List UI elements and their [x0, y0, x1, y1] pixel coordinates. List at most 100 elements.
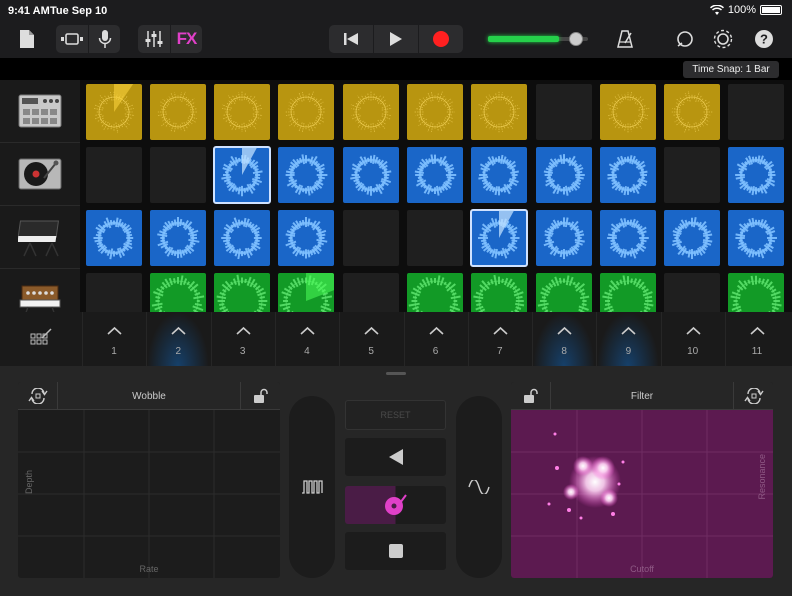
- edit-grid-icon[interactable]: [30, 328, 52, 353]
- metronome-icon[interactable]: [612, 26, 638, 52]
- column-trigger-button[interactable]: 5: [339, 312, 402, 366]
- loop-cell[interactable]: [407, 147, 463, 203]
- loop-cell[interactable]: [664, 210, 720, 266]
- column-trigger-button[interactable]: 6: [403, 312, 467, 366]
- loop-cell[interactable]: [86, 84, 142, 140]
- unlock-icon[interactable]: [240, 382, 280, 410]
- svg-text:?: ?: [760, 32, 768, 47]
- loop-cell[interactable]: [600, 210, 656, 266]
- scratch-button[interactable]: [345, 486, 446, 524]
- column-number: 8: [561, 346, 567, 357]
- turntable-icon: [18, 158, 62, 190]
- waveform-icon: [414, 154, 457, 196]
- loop-cell[interactable]: [470, 209, 528, 267]
- column-trigger-button[interactable]: 8: [532, 312, 596, 366]
- loop-cell[interactable]: [471, 147, 527, 203]
- loop-icon[interactable]: [672, 26, 698, 52]
- loop-cell[interactable]: [471, 84, 527, 140]
- waveform-icon: [285, 217, 328, 259]
- play-icon[interactable]: [373, 25, 418, 53]
- loop-cell[interactable]: [728, 210, 784, 266]
- loop-cell[interactable]: [343, 147, 399, 203]
- loop-cell[interactable]: [150, 210, 206, 266]
- loop-cell[interactable]: [536, 210, 592, 266]
- column-trigger-button[interactable]: 1: [82, 312, 145, 366]
- wobble-effect-switch-icon[interactable]: [18, 382, 58, 410]
- volume-knob[interactable]: [569, 32, 583, 46]
- column-trigger-button[interactable]: 10: [660, 312, 724, 366]
- empty-cell[interactable]: [86, 147, 142, 203]
- document-icon[interactable]: [16, 26, 38, 52]
- record-icon[interactable]: [418, 25, 463, 53]
- loop-cell[interactable]: [600, 147, 656, 203]
- loop-cell[interactable]: [728, 147, 784, 203]
- master-volume-slider[interactable]: [488, 32, 596, 46]
- empty-cell[interactable]: [536, 84, 592, 140]
- panel-drag-handle[interactable]: [386, 372, 406, 375]
- rewind-icon[interactable]: [329, 25, 373, 53]
- chevron-up-icon: [493, 326, 508, 335]
- status-date: Tue Sep 10: [50, 5, 108, 17]
- loop-cell[interactable]: [600, 84, 656, 140]
- unlock-icon[interactable]: [511, 382, 551, 410]
- empty-cell[interactable]: [664, 147, 720, 203]
- waveform-icon: [735, 217, 777, 259]
- settings-icon[interactable]: [710, 26, 736, 52]
- microphone-icon[interactable]: [88, 25, 120, 53]
- reverse-button[interactable]: [345, 438, 446, 476]
- column-trigger-button[interactable]: 4: [274, 312, 338, 366]
- column-trigger-row: 1 2 3 4 5 6 7 8 9 10 11: [0, 312, 792, 366]
- empty-cell[interactable]: [150, 147, 206, 203]
- battery-percent: 100%: [727, 4, 756, 16]
- time-snap-button[interactable]: Time Snap: 1 Bar: [683, 61, 779, 78]
- fx-panel: Wobble Depth Rate RESET Filter Resonance…: [0, 366, 792, 596]
- chevron-up-icon: [300, 326, 315, 335]
- loop-cell[interactable]: [150, 84, 206, 140]
- mix-group: FX: [138, 25, 202, 53]
- touch-particles: [547, 432, 625, 520]
- loop-cell[interactable]: [536, 147, 592, 203]
- reset-button[interactable]: RESET: [345, 400, 446, 430]
- loop-cell[interactable]: [214, 84, 270, 140]
- fx-button[interactable]: FX: [170, 25, 202, 53]
- wave-pill-button[interactable]: [456, 396, 502, 578]
- empty-cell[interactable]: [728, 84, 784, 140]
- wobble-pad-title: Wobble: [132, 391, 166, 402]
- volume-level: [488, 36, 559, 42]
- loop-cell[interactable]: [214, 210, 270, 266]
- loop-cell[interactable]: [86, 210, 142, 266]
- help-icon[interactable]: ?: [751, 26, 777, 52]
- loop-cell[interactable]: [213, 146, 271, 204]
- stop-button[interactable]: [345, 532, 446, 570]
- loop-cell[interactable]: [278, 84, 334, 140]
- loop-cell[interactable]: [664, 84, 720, 140]
- track-header-drum-machine[interactable]: [0, 80, 80, 143]
- waveform-icon: [607, 91, 650, 133]
- chevron-up-icon: [686, 326, 701, 335]
- track-header-turntable[interactable]: [0, 143, 80, 206]
- column-trigger-button[interactable]: 2: [146, 312, 210, 366]
- wifi-icon: [709, 4, 724, 15]
- empty-cell[interactable]: [407, 210, 463, 266]
- column-trigger-button[interactable]: 11: [725, 312, 788, 366]
- column-trigger-button[interactable]: 3: [210, 312, 274, 366]
- waveform-icon: [607, 218, 649, 259]
- view-toggle-icon[interactable]: [56, 25, 88, 53]
- filter-xy-area[interactable]: Resonance Cutoff: [511, 410, 773, 578]
- wobble-xy-area[interactable]: Depth Rate: [18, 410, 280, 578]
- loop-cell[interactable]: [343, 84, 399, 140]
- loop-cell[interactable]: [278, 210, 334, 266]
- loop-cell[interactable]: [407, 84, 463, 140]
- filter-effect-switch-icon[interactable]: [733, 382, 773, 410]
- track-header-synth-keyboard[interactable]: [0, 206, 80, 269]
- scratch-record-icon: [384, 494, 407, 515]
- mixer-icon[interactable]: [138, 25, 170, 53]
- column-trigger-button[interactable]: 9: [596, 312, 660, 366]
- fx-label: FX: [176, 29, 198, 48]
- gate-pill-button[interactable]: [289, 396, 335, 578]
- loop-cell[interactable]: [278, 147, 334, 203]
- empty-cell[interactable]: [343, 210, 399, 266]
- filter-pad-header: Filter: [511, 382, 773, 410]
- wobble-y-axis-label: Depth: [24, 470, 34, 495]
- column-trigger-button[interactable]: 7: [467, 312, 531, 366]
